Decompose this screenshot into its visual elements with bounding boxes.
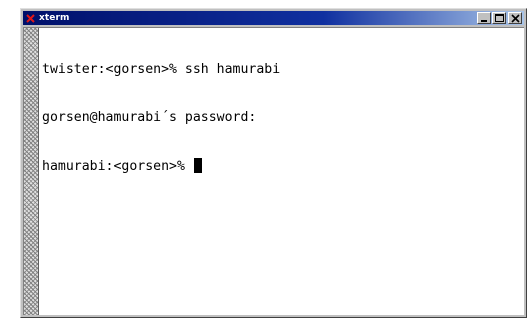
- close-icon: [511, 14, 520, 23]
- minimize-icon: [481, 20, 487, 22]
- terminal-line: twister:<gorsen>% ssh hamurabi: [42, 62, 520, 78]
- window-controls: [476, 12, 522, 24]
- prompt-text: hamurabi:<gorsen>%: [42, 159, 193, 174]
- scrollbar[interactable]: [24, 28, 39, 315]
- x-logo-icon: [25, 13, 35, 23]
- terminal-line: hamurabi:<gorsen>%: [42, 158, 520, 174]
- terminal-client-area[interactable]: twister:<gorsen>% ssh hamurabi gorsen@ha…: [23, 27, 524, 315]
- text-cursor: [193, 158, 202, 173]
- minimize-button[interactable]: [477, 12, 491, 24]
- title-bar[interactable]: xterm: [23, 11, 524, 25]
- maximize-icon: [495, 14, 504, 22]
- window-title: xterm: [39, 13, 70, 23]
- terminal-line: gorsen@hamurabi´s password:: [42, 110, 520, 126]
- maximize-button[interactable]: [492, 12, 506, 24]
- close-button[interactable]: [508, 12, 522, 24]
- terminal-output[interactable]: twister:<gorsen>% ssh hamurabi gorsen@ha…: [42, 30, 520, 315]
- line-text: twister:<gorsen>% ssh hamurabi: [42, 62, 281, 77]
- line-text: gorsen@hamurabi´s password:: [42, 110, 257, 125]
- xterm-window: xterm twister:<gorsen>% ssh hamurabi gor…: [20, 8, 527, 318]
